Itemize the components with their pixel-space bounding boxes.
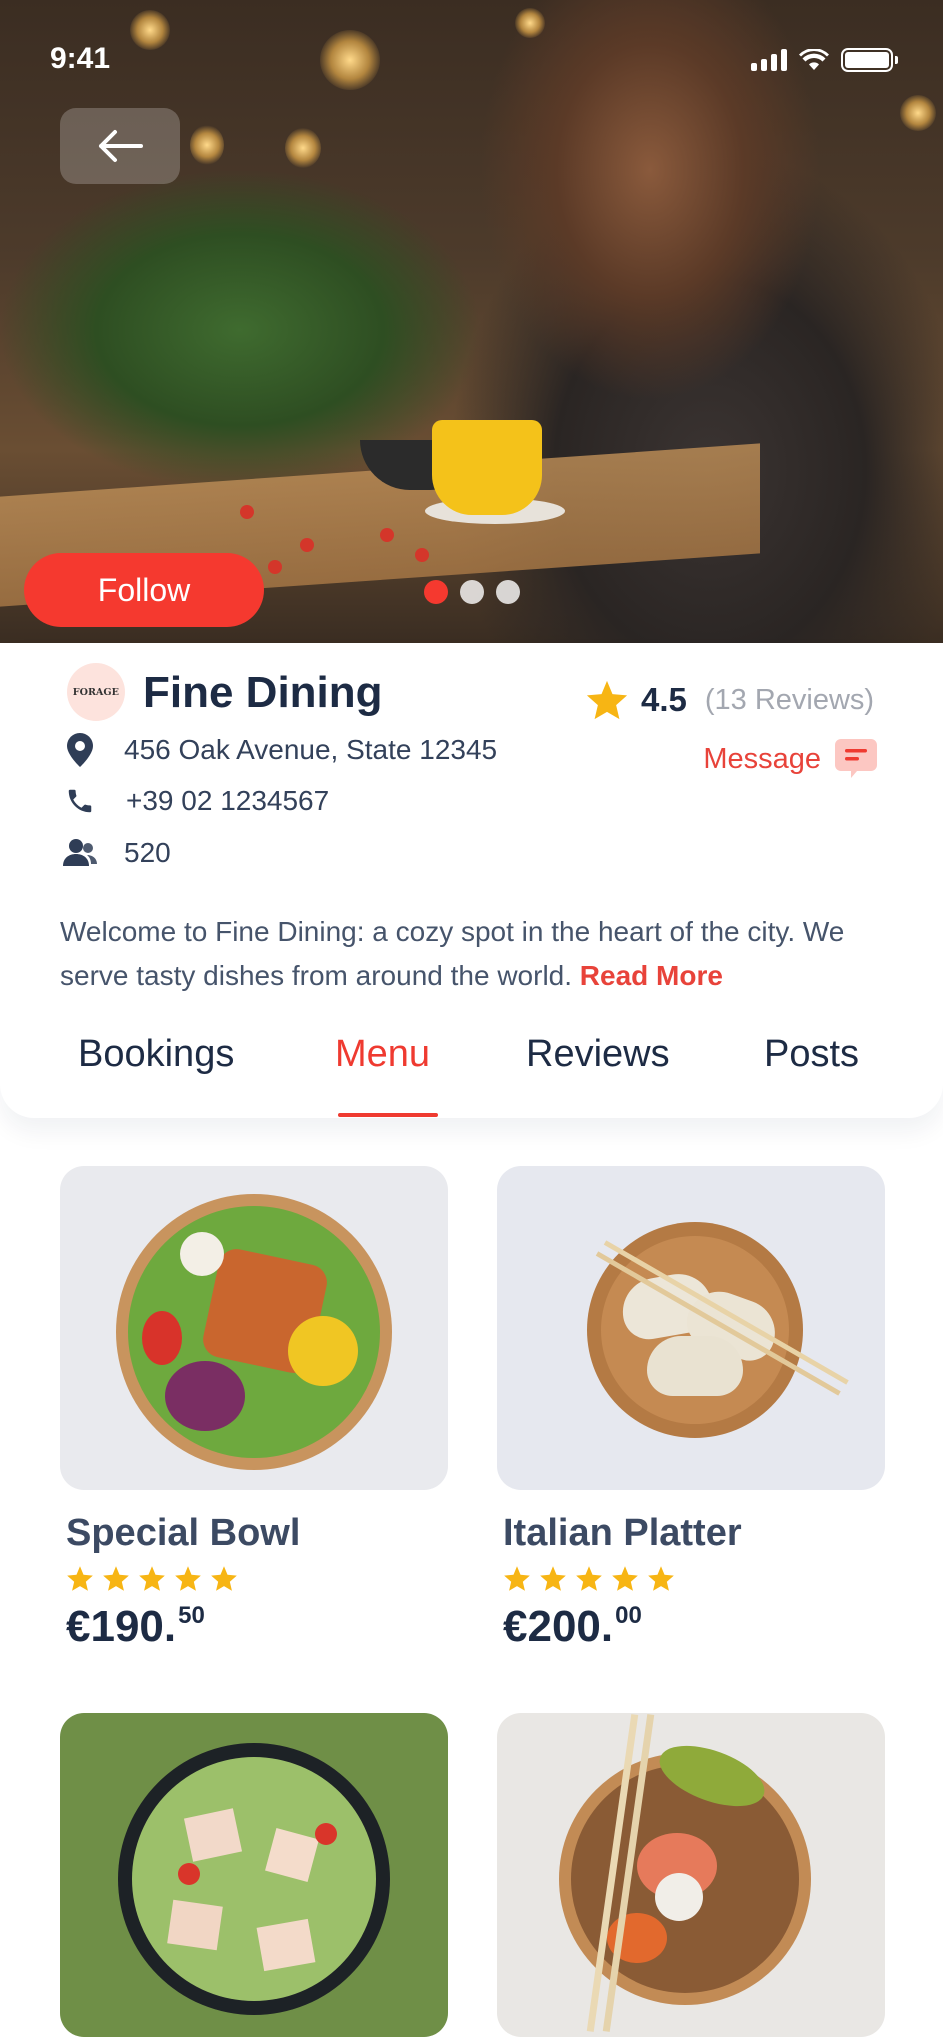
followers-count: 520	[124, 837, 171, 868]
follow-button[interactable]: Follow	[24, 553, 264, 627]
address-text: 456 Oak Avenue, State 12345	[124, 734, 498, 765]
menu-item-price: €190.50	[66, 1602, 448, 1652]
price-cents: 50	[178, 1602, 205, 1629]
menu-item-card[interactable]: Special Bowl €190.50	[60, 1166, 448, 1652]
restaurant-logo: FORAGE	[67, 663, 125, 721]
bokeh-light	[130, 10, 170, 50]
signal-icon	[751, 49, 787, 71]
restaurant-info-card: FORAGE Fine Dining 4.5 (13 Reviews) 456 …	[0, 643, 943, 1118]
address-row: 456 Oak Avenue, State 12345	[62, 733, 497, 767]
star-icon	[576, 1566, 602, 1591]
cherry-tomato	[300, 538, 314, 552]
cherry-tomato	[268, 560, 282, 574]
status-time: 9:41	[50, 42, 111, 75]
phone-icon	[68, 789, 92, 813]
read-more-link[interactable]: Read More	[580, 960, 723, 991]
description-text: Welcome to Fine Dining: a cozy spot in t…	[60, 916, 845, 991]
menu-item-name: Italian Platter	[503, 1512, 742, 1554]
cherry-tomato	[240, 505, 254, 519]
menu-item-image	[60, 1713, 448, 2037]
menu-item-card[interactable]	[60, 1713, 448, 2037]
menu-item-rating	[503, 1565, 885, 1592]
back-arrow-icon	[99, 130, 143, 162]
review-count[interactable]: (13 Reviews)	[705, 684, 874, 717]
status-icons	[751, 48, 898, 72]
star-icon	[139, 1566, 165, 1591]
message-label: Message	[703, 742, 821, 775]
star-icon	[540, 1566, 566, 1591]
bokeh-light	[320, 30, 380, 90]
rating[interactable]: 4.5 (13 Reviews)	[585, 679, 874, 721]
cherry-tomato	[415, 548, 429, 562]
battery-icon	[841, 48, 898, 72]
star-icon	[211, 1566, 237, 1591]
menu-item-image	[497, 1166, 885, 1490]
back-button[interactable]	[60, 108, 180, 184]
message-button[interactable]: Message	[703, 739, 877, 779]
star-icon	[67, 1566, 93, 1591]
menu-item-name: Special Bowl	[66, 1512, 301, 1554]
restaurant-description: Welcome to Fine Dining: a cozy spot in t…	[60, 910, 900, 998]
star-icon	[586, 680, 628, 720]
wifi-icon	[799, 49, 829, 70]
carousel-dot[interactable]	[460, 580, 484, 604]
star-icon	[504, 1566, 530, 1591]
menu-item-image	[60, 1166, 448, 1490]
tab-posts[interactable]: Posts	[764, 1033, 859, 1076]
star-icon	[648, 1566, 674, 1591]
price-cents: 00	[615, 1602, 642, 1629]
carousel-indicator	[424, 580, 520, 604]
bokeh-light	[285, 128, 321, 168]
hero-photo[interactable]: 9:41 Follow	[0, 0, 943, 643]
phone-row[interactable]: +39 02 1234567	[62, 785, 329, 817]
bokeh-light	[900, 95, 936, 131]
menu-item-card[interactable]: Italian Platter €200.00	[497, 1166, 885, 1652]
logo-text: FORAGE	[72, 686, 120, 698]
location-pin-icon	[67, 733, 93, 767]
star-icon	[103, 1566, 129, 1591]
bokeh-light	[190, 125, 224, 165]
cherry-tomato	[380, 528, 394, 542]
star-icon	[175, 1566, 201, 1591]
restaurant-name: Fine Dining	[143, 668, 383, 717]
tab-bookings[interactable]: Bookings	[78, 1033, 234, 1076]
restaurant-profile-screen: 9:41 Follow FORAGE Fine Dining 4.5 (13 R…	[0, 0, 943, 2044]
active-tab-indicator	[338, 1113, 438, 1117]
menu-item-image	[497, 1713, 885, 2037]
bokeh-light	[515, 8, 545, 38]
profile-tabs: Bookings Menu Reviews Posts	[0, 1033, 943, 1113]
users-icon	[63, 839, 97, 866]
price-main: €190.	[66, 1602, 177, 1651]
menu-item-rating	[66, 1565, 448, 1592]
menu-item-card[interactable]	[497, 1713, 885, 2037]
chat-icon	[835, 739, 877, 778]
price-main: €200.	[503, 1602, 614, 1651]
rating-value: 4.5	[641, 681, 687, 718]
star-icon	[612, 1566, 638, 1591]
carousel-dot[interactable]	[424, 580, 448, 604]
carousel-dot[interactable]	[496, 580, 520, 604]
yellow-mug	[432, 420, 542, 515]
tab-reviews[interactable]: Reviews	[526, 1033, 670, 1076]
tab-menu[interactable]: Menu	[335, 1033, 430, 1076]
menu-item-price: €200.00	[503, 1602, 885, 1652]
phone-text[interactable]: +39 02 1234567	[126, 785, 329, 817]
followers-row: 520	[62, 837, 171, 869]
